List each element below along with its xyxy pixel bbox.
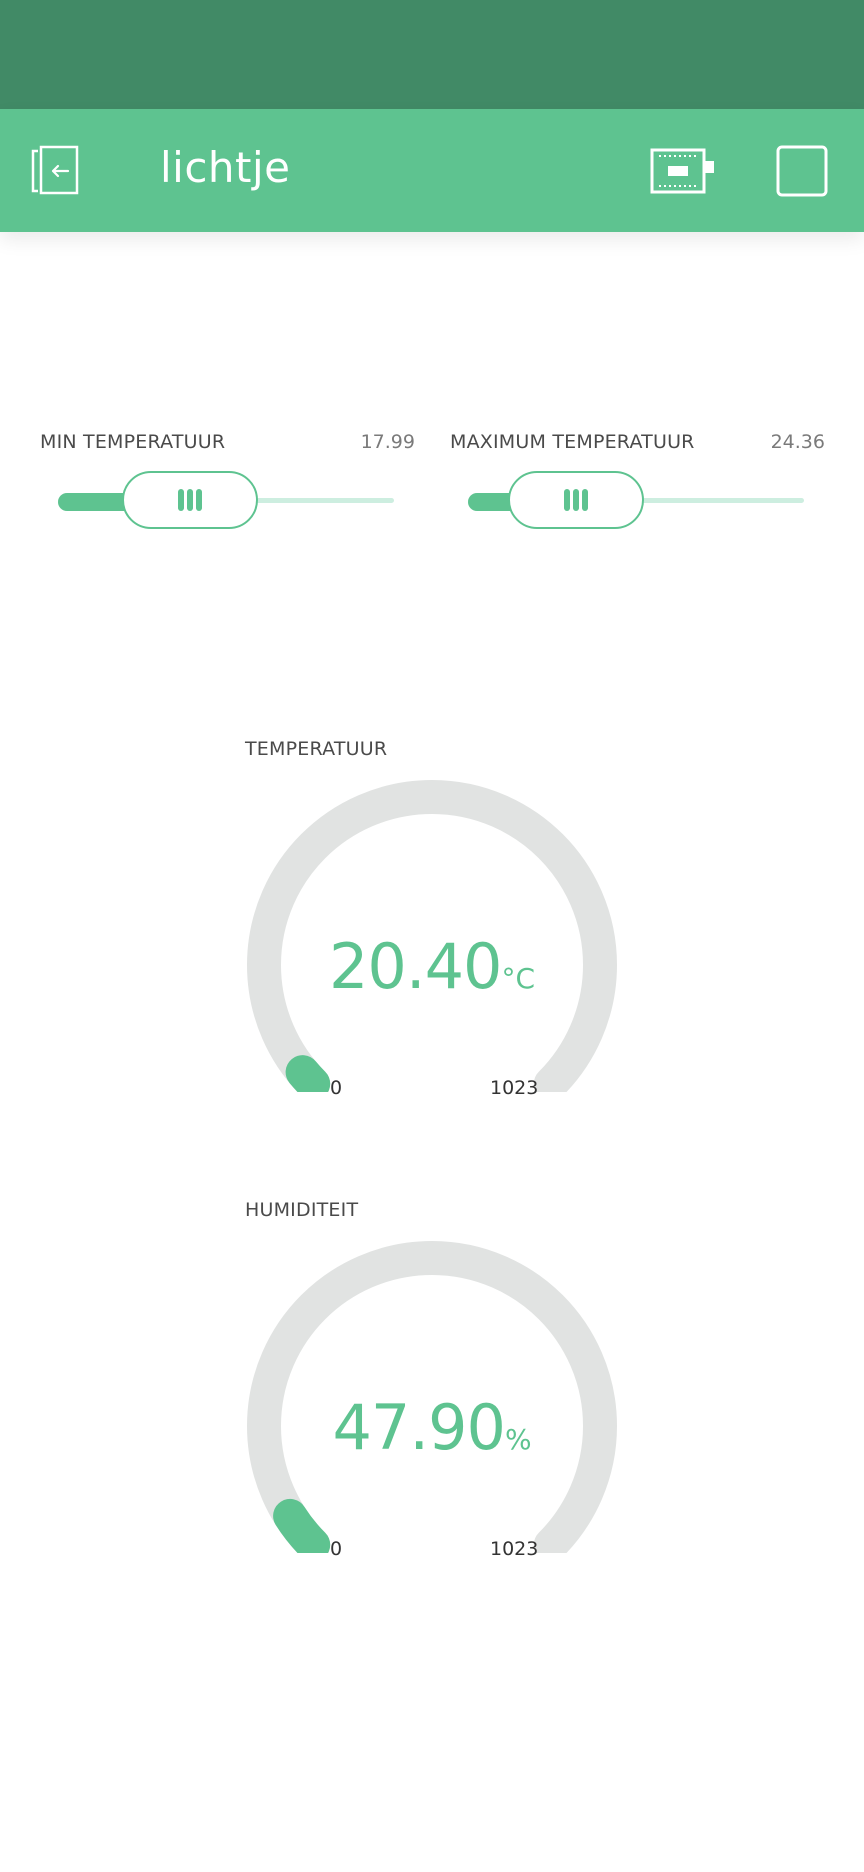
max-temp-label: MAXIMUM TEMPERATUUR [450,431,695,453]
slider-thumb[interactable] [122,471,258,529]
grip-icon [564,489,588,511]
back-icon[interactable] [28,145,90,197]
humidity-gauge: 47.90% 0 1023 [240,1233,624,1560]
device-icon[interactable] [650,147,716,197]
gauge-max-label: 1023 [490,1538,539,1560]
temperature-value: 20.40 [328,930,502,1003]
min-temp-value: 17.99 [360,431,415,453]
max-temp-value: 24.36 [770,431,825,453]
min-temp-label: MIN TEMPERATUUR [40,431,226,453]
humidity-unit: % [504,1423,532,1456]
gauge-fill [285,1055,331,1092]
humidity-readout: 47.90% [240,1391,624,1464]
humidity-label: HUMIDITEIT [245,1199,359,1221]
slider-thumb[interactable] [508,471,644,529]
gauge-max-label: 1023 [490,1077,539,1099]
humidity-value: 47.90 [332,1391,505,1464]
temperature-unit: °C [501,962,536,995]
gauge-fill [273,1498,331,1553]
max-temp-slider[interactable] [468,469,804,535]
temperature-readout: 20.40°C [240,930,624,1003]
gauge-min-label: 0 [330,1077,343,1099]
status-bar [0,0,864,109]
square-icon[interactable] [776,145,828,197]
app-bar: lichtje [0,109,864,232]
temperature-label: TEMPERATUUR [245,738,388,760]
min-temp-slider[interactable] [58,469,394,535]
grip-icon [178,489,202,511]
temperature-gauge: 20.40°C 0 1023 [240,772,624,1099]
app-title: lichtje [160,143,291,192]
gauge-min-label: 0 [330,1538,343,1560]
